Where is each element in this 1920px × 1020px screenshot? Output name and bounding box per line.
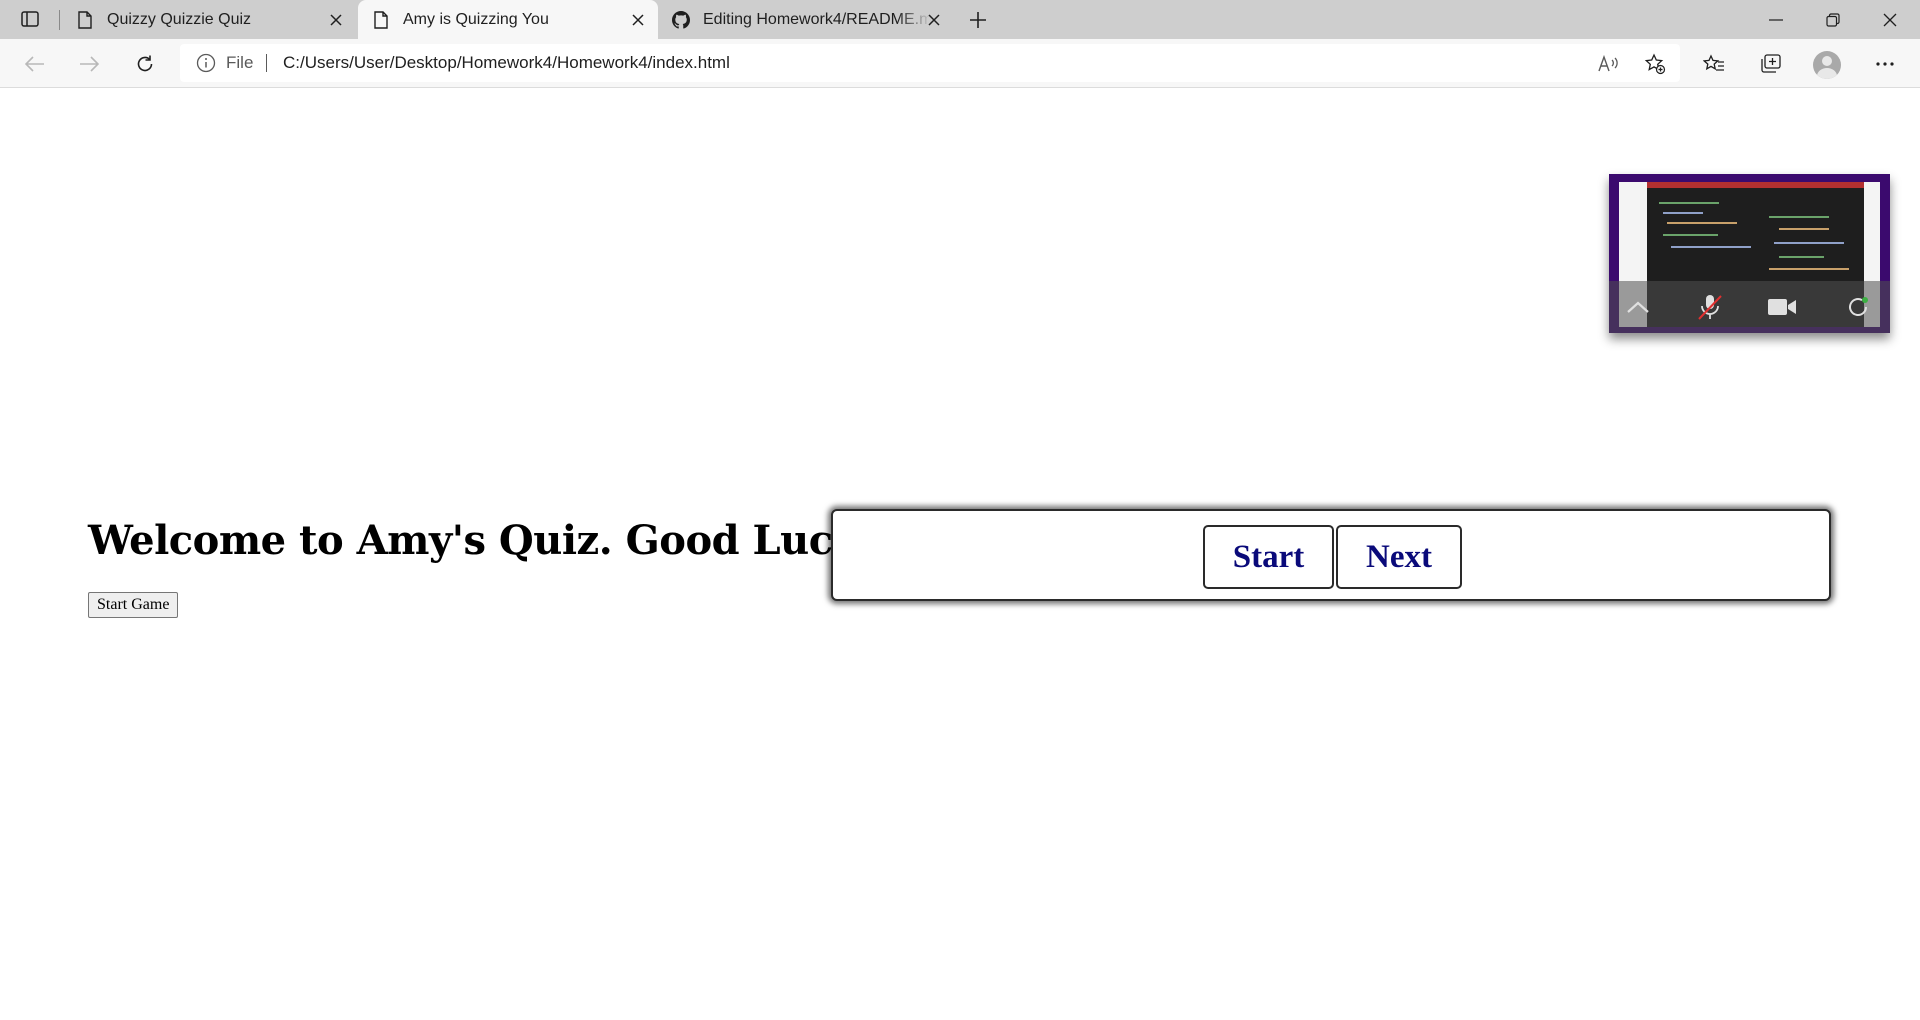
share-screen-icon[interactable] <box>1843 293 1873 321</box>
next-button[interactable]: Next <box>1336 525 1462 589</box>
thumbnail-code-line <box>1663 212 1703 214</box>
close-window-icon[interactable] <box>1862 0 1918 39</box>
microphone-muted-icon[interactable] <box>1695 293 1725 321</box>
chevron-up-icon[interactable] <box>1623 293 1653 321</box>
camera-icon[interactable] <box>1767 293 1797 321</box>
tab-editing-readme[interactable]: Editing Homework4/README.md <box>658 0 954 39</box>
tab-divider <box>59 10 60 30</box>
thumbnail-code-line <box>1659 202 1719 204</box>
more-options-icon[interactable] <box>1868 47 1902 81</box>
start-game-button[interactable]: Start Game <box>88 592 179 618</box>
read-aloud-icon[interactable] <box>1598 53 1620 75</box>
tab-amy-is-quizzing-you[interactable]: Amy is Quizzing You <box>358 0 658 39</box>
tab-actions-icon[interactable] <box>14 6 46 32</box>
info-icon[interactable] <box>196 53 216 73</box>
thumbnail-code-line <box>1663 234 1718 236</box>
thumbnail-code-line <box>1779 228 1829 230</box>
thumbnail-code-line <box>1671 246 1751 248</box>
tab-title: Editing Homework4/README.md <box>703 11 931 28</box>
back-icon[interactable] <box>18 47 52 81</box>
browser-toolbar: File C:/Users/User/Desktop/Homework4/Hom… <box>0 39 1920 88</box>
screen-share-preview[interactable] <box>1609 174 1890 333</box>
start-button[interactable]: Start <box>1203 525 1334 589</box>
thumbnail-code-line <box>1779 256 1824 258</box>
page-icon <box>76 10 94 30</box>
thumbnail-code-line <box>1769 216 1829 218</box>
tab-title: Amy is Quizzing You <box>403 11 549 28</box>
minimize-icon[interactable] <box>1748 0 1804 39</box>
restore-icon[interactable] <box>1805 0 1861 39</box>
url-text[interactable]: C:/Users/User/Desktop/Homework4/Homework… <box>283 44 730 82</box>
address-bar[interactable]: File C:/Users/User/Desktop/Homework4/Hom… <box>180 44 1680 82</box>
address-divider <box>266 54 267 72</box>
close-icon[interactable] <box>326 10 346 30</box>
add-favorite-icon[interactable] <box>1644 53 1666 75</box>
quiz-control-panel: Start Next <box>831 509 1831 601</box>
forward-icon[interactable] <box>72 47 106 81</box>
tab-strip: Quizzy Quizzie Quiz Amy is Quizzing You … <box>0 0 1920 39</box>
github-icon <box>672 10 690 30</box>
page-icon <box>372 10 390 30</box>
close-icon[interactable] <box>924 10 944 30</box>
refresh-icon[interactable] <box>128 47 162 81</box>
share-controls-bar <box>1609 281 1890 333</box>
collections-icon[interactable] <box>1754 47 1788 81</box>
thumbnail-code-line <box>1774 242 1844 244</box>
favorites-icon[interactable] <box>1697 47 1731 81</box>
page-title: Welcome to Amy's Quiz. Good Luck! <box>88 517 877 564</box>
thumbnail-code-line <box>1769 268 1849 270</box>
thumbnail-code-line <box>1667 222 1737 224</box>
new-tab-icon[interactable] <box>962 6 994 34</box>
scheme-label: File <box>226 53 254 72</box>
tab-title: Quizzy Quizzie Quiz <box>107 11 252 28</box>
profile-avatar[interactable] <box>1813 51 1841 79</box>
tab-quizzy-quizzie-quiz[interactable]: Quizzy Quizzie Quiz <box>62 0 356 39</box>
thumbnail-titlebar <box>1619 182 1880 188</box>
close-icon[interactable] <box>628 10 648 30</box>
